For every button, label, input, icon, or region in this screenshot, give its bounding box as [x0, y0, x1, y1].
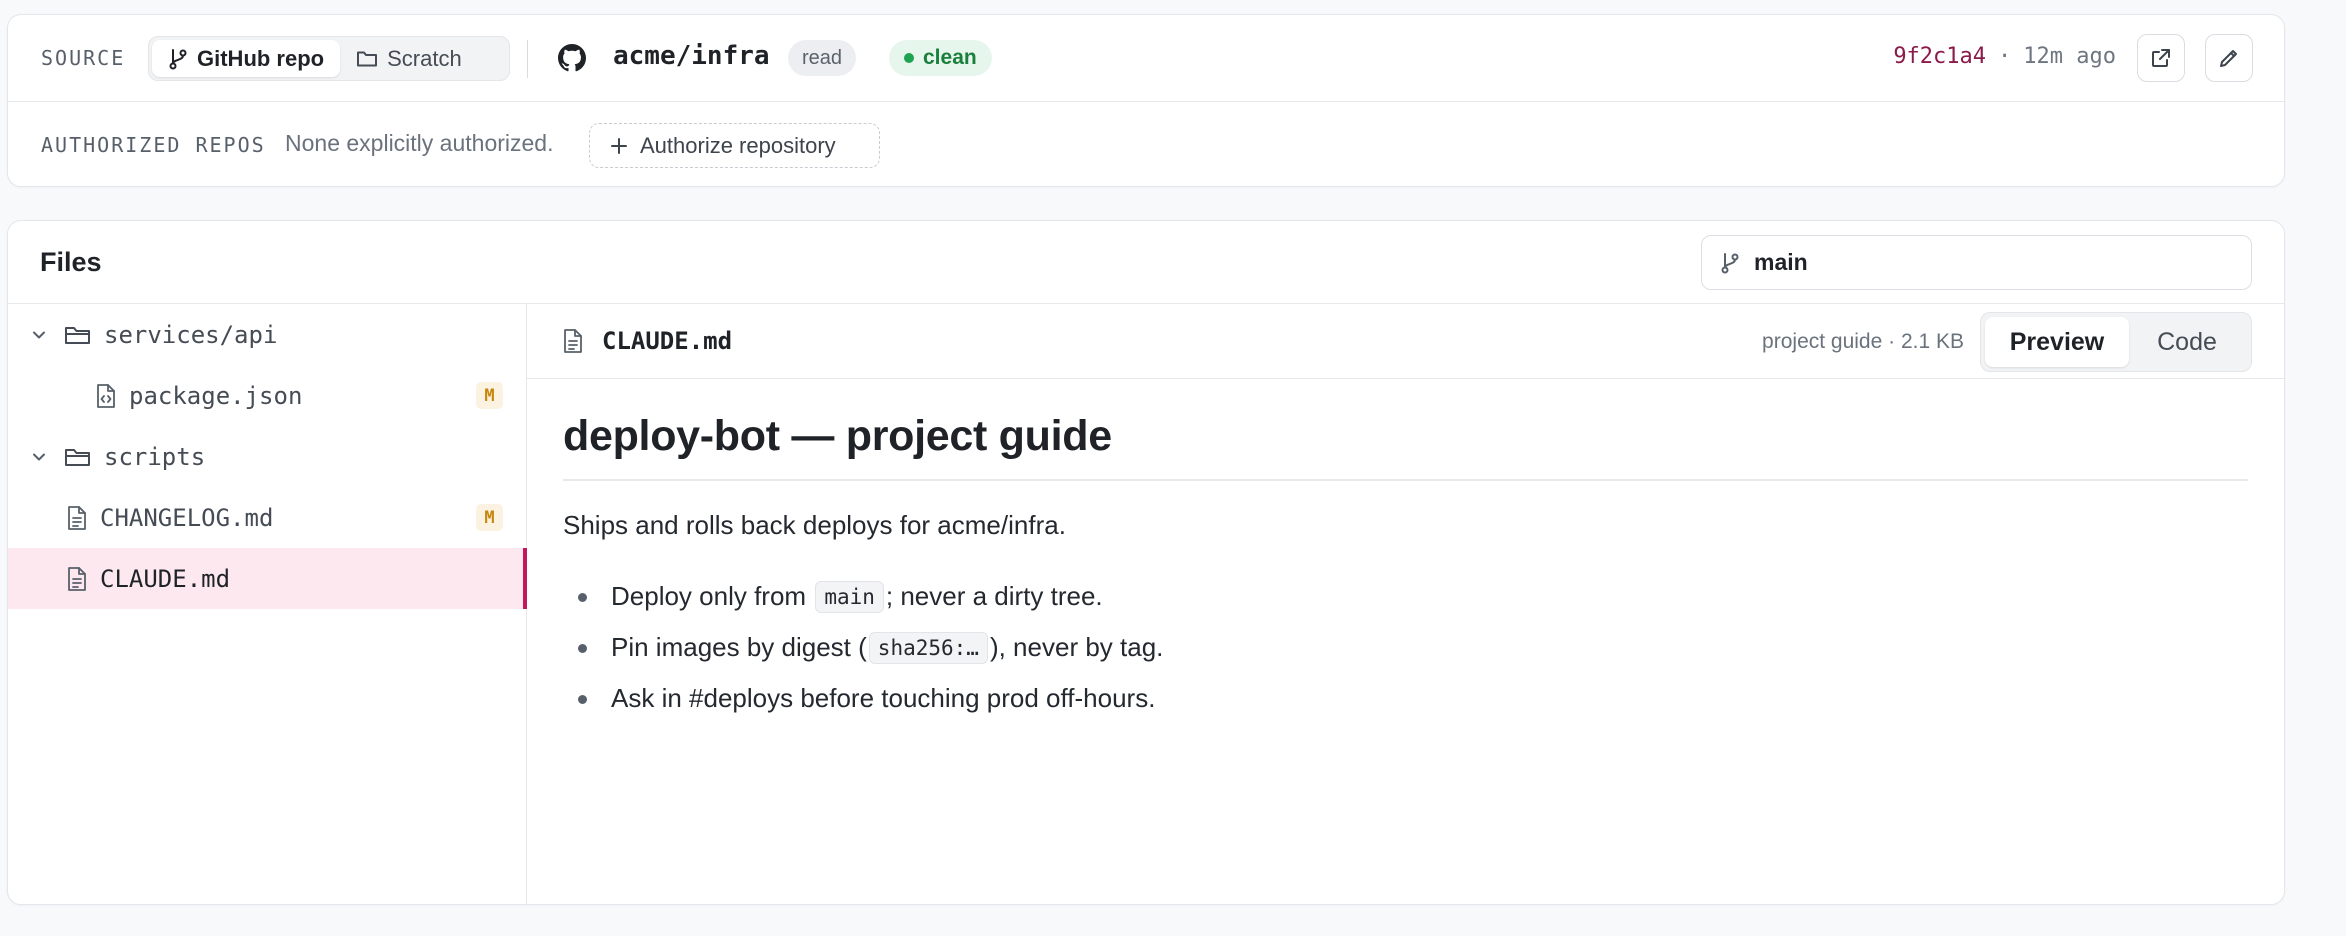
preview-button[interactable]: Preview	[1985, 317, 2129, 367]
inline-code: sha256:…	[868, 631, 988, 664]
authorized-repos-value: None explicitly authorized.	[285, 130, 554, 156]
git-branch-icon	[168, 48, 188, 70]
modified-badge: M	[476, 504, 503, 531]
tree-folder-scripts[interactable]: scripts	[8, 426, 527, 487]
status-dot-icon	[904, 53, 914, 63]
bullet-text: ; never a dirty tree.	[885, 581, 1103, 611]
bullet-text: ), never by tag.	[989, 632, 1164, 662]
file-text-icon	[562, 328, 584, 354]
bullet-text: Deploy only from	[611, 581, 814, 611]
branch-select[interactable]: main	[1701, 235, 2252, 290]
open-file-name: CLAUDE.md	[602, 327, 733, 355]
file-meta: project guide · 2.1 KB	[1762, 330, 1964, 353]
code-file-icon	[95, 383, 117, 409]
tab-scratch[interactable]: Scratch	[340, 40, 478, 77]
list-item: Ask in #deploys before touching prod off…	[563, 673, 2248, 724]
authorized-repos-row: AUTHORIZED REPOS None explicitly authori…	[8, 102, 2284, 188]
tree-item-label: package.json	[129, 381, 303, 410]
tree-item-label: scripts	[104, 442, 206, 471]
file-viewer: CLAUDE.md project guide · 2.1 KB Preview…	[527, 304, 2284, 904]
source-type-toggle: GitHub repo Scratch	[148, 36, 510, 81]
view-mode-toggle: Preview Code	[1980, 312, 2252, 372]
authorize-repository-button[interactable]: Authorize repository	[589, 123, 880, 168]
tree-file-changelog-md[interactable]: CHANGELOG.md M	[8, 487, 527, 548]
tab-scratch-label: Scratch	[387, 45, 462, 71]
tree-item-label: CLAUDE.md	[100, 564, 231, 593]
tab-github-repo[interactable]: GitHub repo	[152, 40, 341, 77]
files-header: Files main	[8, 221, 2284, 304]
authorize-repository-label: Authorize repository	[640, 132, 836, 158]
tab-github-repo-label: GitHub repo	[197, 45, 325, 71]
doc-intro: Ships and rolls back deploys for acme/in…	[563, 510, 1066, 540]
chevron-down-icon[interactable]	[30, 326, 48, 344]
bullet-text: Ask in #deploys before touching prod off…	[611, 683, 1156, 713]
chevron-down-icon[interactable]	[30, 448, 48, 466]
source-panel: SOURCE GitHub repo Scratch acme/infra re…	[7, 14, 2285, 187]
folder-open-icon	[64, 446, 92, 468]
doc-heading: deploy-bot — project guide	[563, 412, 2248, 481]
source-row: SOURCE GitHub repo Scratch acme/infra re…	[8, 15, 2284, 102]
inline-code: main	[815, 580, 884, 613]
git-branch-icon	[1720, 252, 1740, 274]
branch-name: main	[1754, 249, 1808, 275]
list-item: Deploy only from main; never a dirty tre…	[563, 571, 2248, 622]
file-text-icon	[66, 566, 88, 592]
commit-sha[interactable]: 9f2c1a4	[1893, 44, 1986, 69]
plus-icon	[610, 137, 628, 155]
tree-file-claude-md[interactable]: CLAUDE.md	[8, 548, 527, 609]
tree-item-label: CHANGELOG.md	[100, 503, 274, 532]
authorized-repos-label: AUTHORIZED REPOS	[41, 133, 266, 157]
tree-folder-services-api[interactable]: services/api	[8, 304, 527, 365]
pencil-icon	[2217, 46, 2241, 70]
github-icon	[558, 44, 586, 72]
divider	[527, 40, 528, 78]
repo-name[interactable]: acme/infra	[613, 41, 770, 71]
modified-badge: M	[476, 382, 503, 409]
files-panel: Files main services/api package.json M s…	[7, 220, 2285, 905]
code-button[interactable]: Code	[2129, 317, 2245, 367]
status-badge-label: clean	[923, 46, 977, 69]
list-item: Pin images by digest (sha256:…), never b…	[563, 622, 2248, 673]
commit-info: 9f2c1a4 · 12m ago	[1893, 44, 2116, 69]
files-title: Files	[40, 247, 102, 277]
tree-item-label: services/api	[104, 320, 278, 349]
markdown-preview: deploy-bot — project guide Ships and rol…	[563, 379, 2248, 724]
viewer-toolbar: CLAUDE.md project guide · 2.1 KB Preview…	[527, 304, 2284, 379]
external-link-icon	[2149, 46, 2173, 70]
open-external-button[interactable]	[2137, 34, 2185, 82]
doc-bullet-list: Deploy only from main; never a dirty tre…	[563, 571, 2248, 724]
bullet-text: Pin images by digest (	[611, 632, 867, 662]
source-label: SOURCE	[41, 46, 126, 70]
permission-badge: read	[788, 40, 857, 76]
edit-button[interactable]	[2205, 34, 2253, 82]
status-badge: clean	[889, 40, 992, 76]
commit-time: 12m ago	[2023, 44, 2116, 69]
file-text-icon	[66, 505, 88, 531]
folder-icon	[356, 49, 378, 68]
folder-open-icon	[64, 324, 92, 346]
tree-file-package-json[interactable]: package.json M	[8, 365, 527, 426]
commit-separator: ·	[1998, 44, 2012, 69]
file-tree: services/api package.json M scripts CHAN…	[8, 304, 527, 904]
